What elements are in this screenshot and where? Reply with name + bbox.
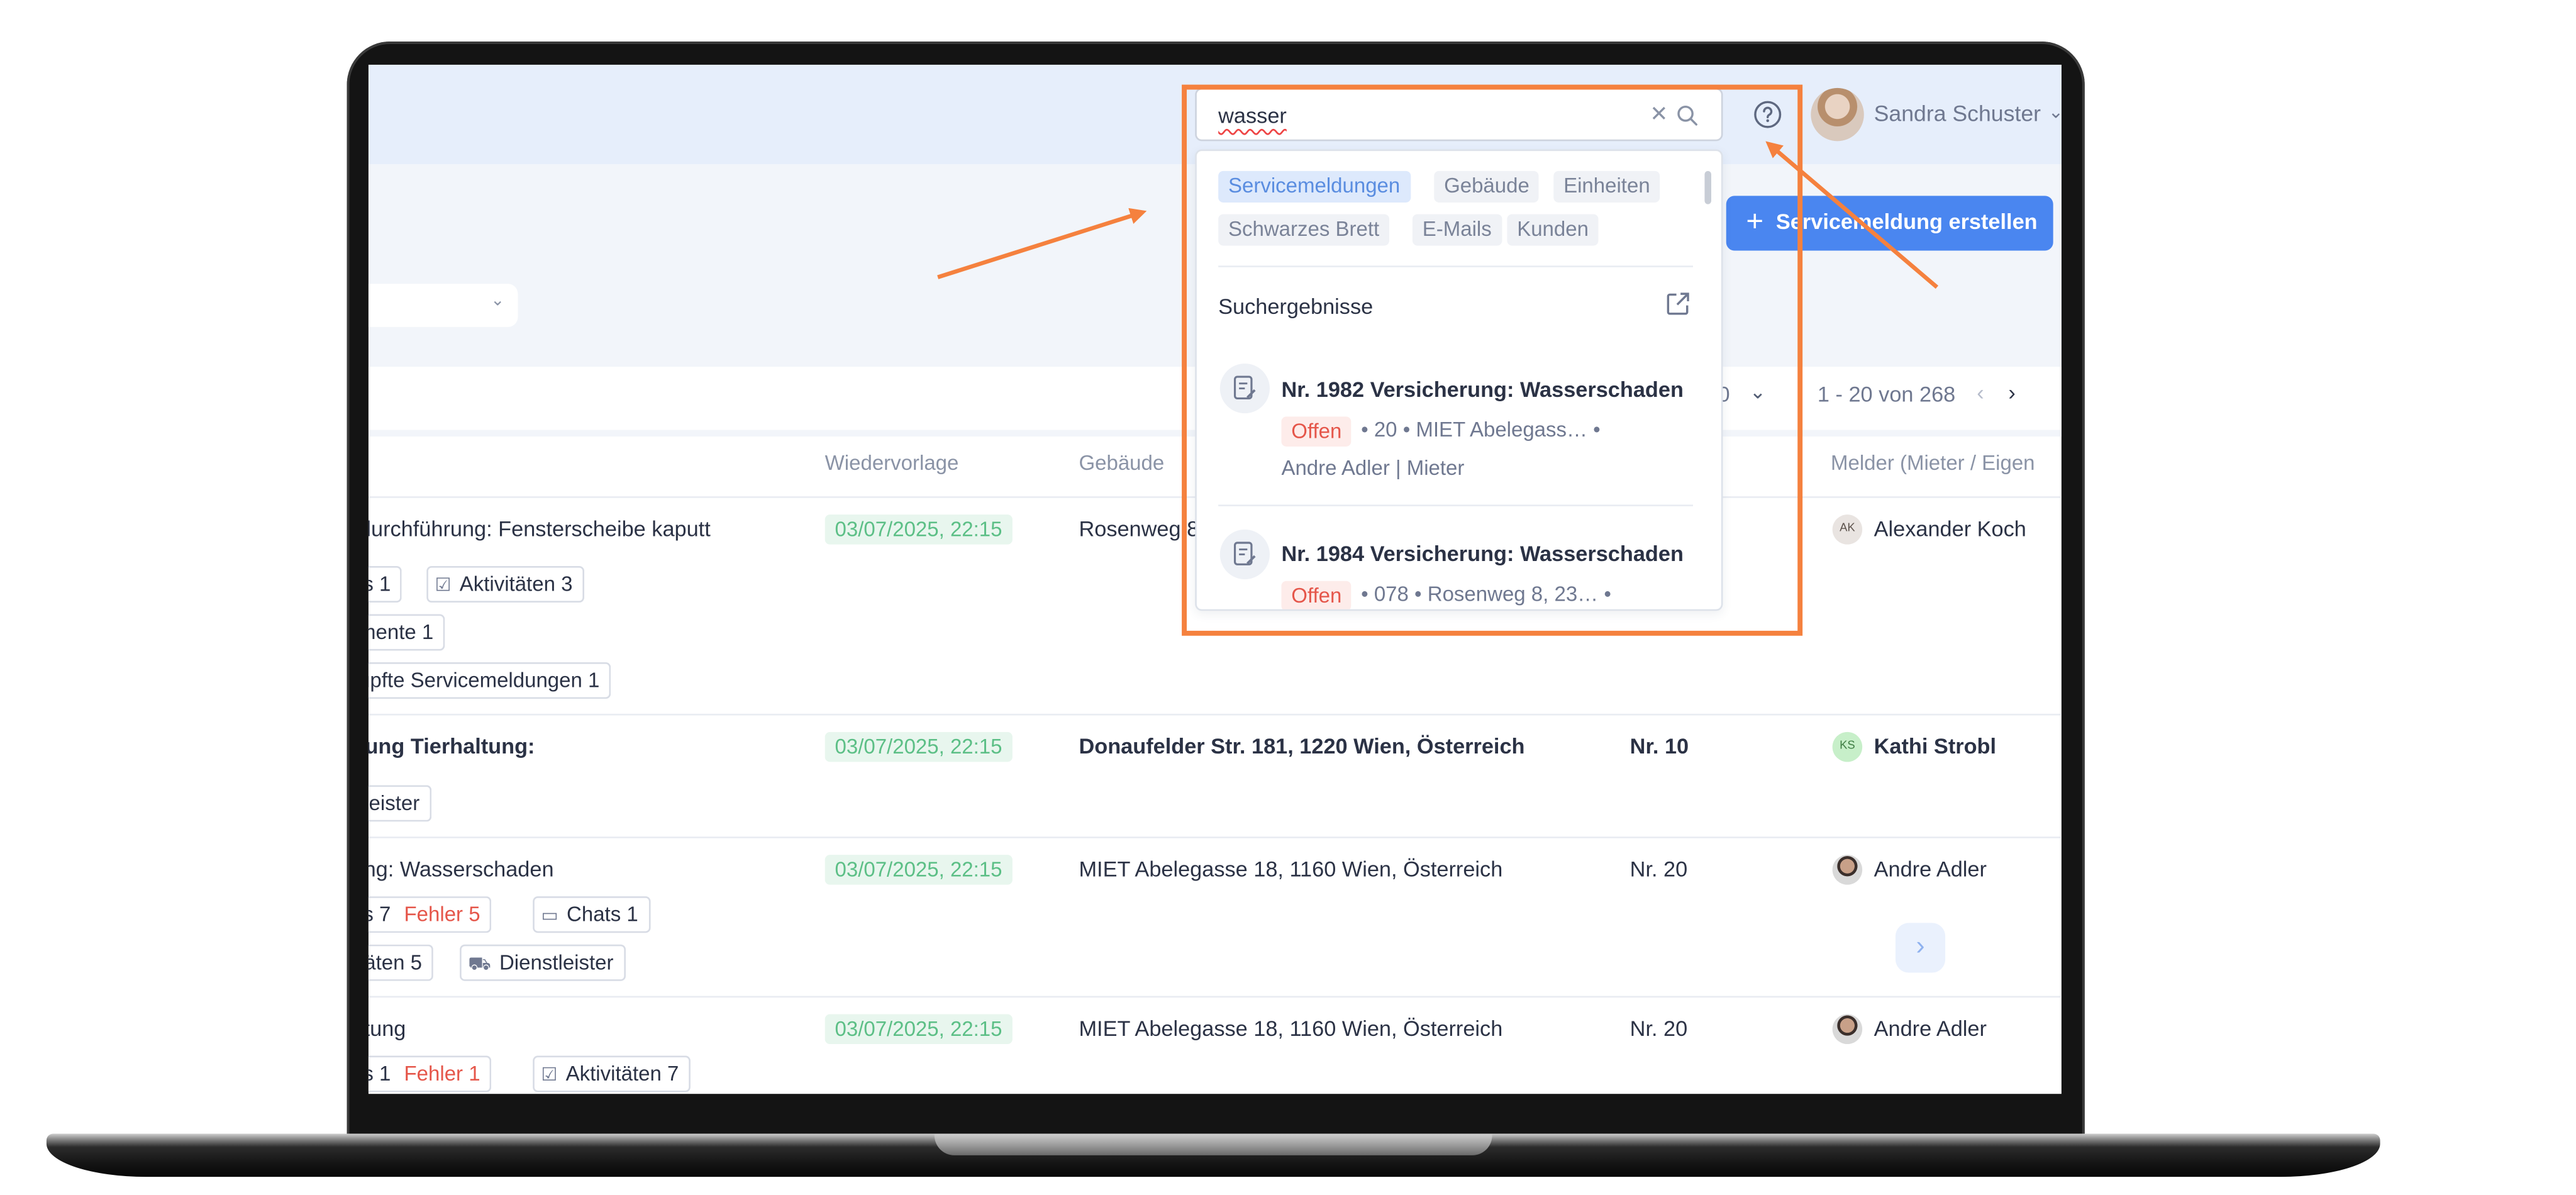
annotation-arrow	[1765, 141, 1939, 289]
annotation-arrow	[937, 208, 1147, 279]
stage: ⌄ Sandra Schuster ⌄ + Servicemeldung ers…	[0, 0, 2576, 1195]
annotation-arrows	[937, 141, 1939, 289]
